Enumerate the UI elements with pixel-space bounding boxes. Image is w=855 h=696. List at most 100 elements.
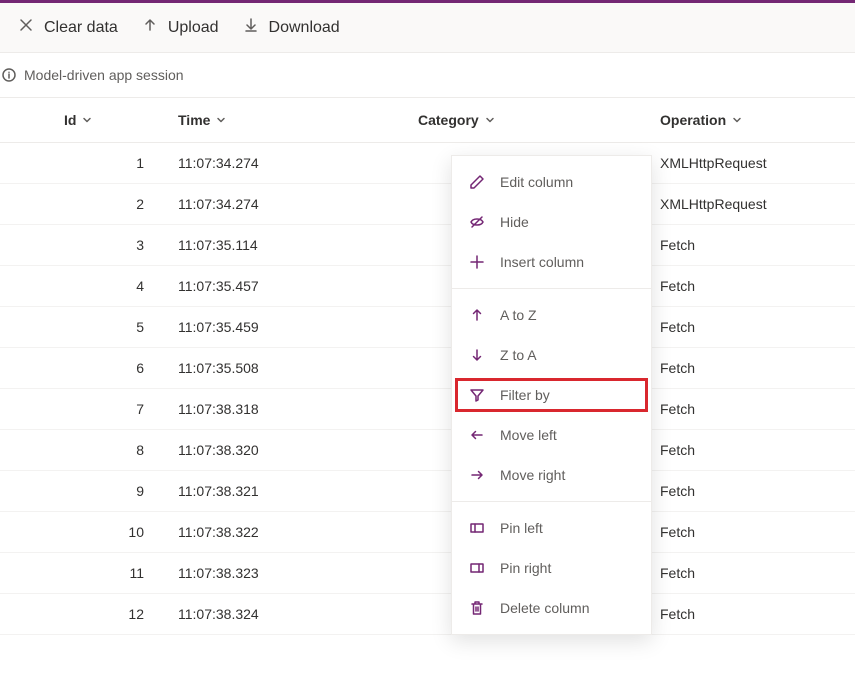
cell-id: 9 <box>50 471 166 511</box>
cell-time: 11:07:38.321 <box>166 471 406 511</box>
table-row[interactable]: 1111:07:38.323 Fetch <box>0 553 855 594</box>
menu-item-label: Pin left <box>500 520 543 536</box>
chevron-down-icon <box>82 115 92 125</box>
cell-id: 8 <box>50 430 166 470</box>
download-button[interactable]: Download <box>243 17 340 38</box>
cell-operation: Fetch <box>648 553 828 593</box>
pin-right-icon <box>468 560 486 576</box>
cell-operation: Fetch <box>648 225 828 265</box>
cell-id: 4 <box>50 266 166 306</box>
pencil-icon <box>468 174 486 190</box>
cell-time: 11:07:35.457 <box>166 266 406 306</box>
row-handle <box>0 471 50 511</box>
table-row[interactable]: 1011:07:38.322 Fetch <box>0 512 855 553</box>
table-row[interactable]: 611:07:35.508 Fetch <box>0 348 855 389</box>
pin-left-icon <box>468 520 486 536</box>
cell-time: 11:07:38.318 <box>166 389 406 429</box>
row-handle <box>0 225 50 265</box>
menu-item-label: Hide <box>500 214 529 230</box>
row-handle <box>0 430 50 470</box>
cell-operation: XMLHttpRequest <box>648 184 828 224</box>
row-handle <box>0 553 50 593</box>
row-handle <box>0 594 50 634</box>
table-row[interactable]: 411:07:35.457Fetch <box>0 266 855 307</box>
cell-operation: Fetch <box>648 471 828 511</box>
menu-item-hide[interactable]: Hide <box>452 202 651 242</box>
plus-icon <box>468 254 486 270</box>
cell-time: 11:07:35.459 <box>166 307 406 347</box>
menu-item-label: Filter by <box>500 387 550 403</box>
cell-operation: Fetch <box>648 594 828 634</box>
column-header-time[interactable]: Time <box>166 98 406 142</box>
cell-id: 6 <box>50 348 166 388</box>
column-header-time-label: Time <box>178 112 210 128</box>
arrow-left-icon <box>468 427 486 443</box>
row-handle <box>0 307 50 347</box>
download-label: Download <box>269 19 340 37</box>
menu-item-edit-column[interactable]: Edit column <box>452 162 651 202</box>
chevron-down-icon <box>732 115 742 125</box>
column-header-id-label: Id <box>64 112 76 128</box>
toolbar: Clear data Upload Download <box>0 3 855 53</box>
cell-time: 11:07:35.114 <box>166 225 406 265</box>
cell-operation: Fetch <box>648 430 828 470</box>
cell-time: 11:07:38.322 <box>166 512 406 552</box>
breadcrumb: Model-driven app session <box>0 53 855 97</box>
menu-item-sort-z-to-a[interactable]: Z to A <box>452 335 651 375</box>
menu-item-delete-column[interactable]: Delete column <box>452 588 651 628</box>
table-row[interactable]: 511:07:35.459Fetch <box>0 307 855 348</box>
table-row[interactable]: 711:07:38.318Fetch <box>0 389 855 430</box>
cell-time: 11:07:35.508 <box>166 348 406 388</box>
column-handle <box>0 98 50 142</box>
row-handle <box>0 389 50 429</box>
cell-time: 11:07:38.320 <box>166 430 406 470</box>
arrow-right-icon <box>468 467 486 483</box>
cell-operation: XMLHttpRequest <box>648 143 828 183</box>
menu-item-pin-left[interactable]: Pin left <box>452 508 651 548</box>
upload-button[interactable]: Upload <box>142 17 219 38</box>
menu-item-label: Pin right <box>500 560 551 576</box>
row-handle <box>0 266 50 306</box>
cell-id: 12 <box>50 594 166 634</box>
cell-operation: Fetch <box>648 512 828 552</box>
cell-time: 11:07:38.323 <box>166 553 406 593</box>
cell-id: 10 <box>50 512 166 552</box>
menu-item-label: Delete column <box>500 600 590 616</box>
clear-data-button[interactable]: Clear data <box>18 17 118 38</box>
cell-id: 5 <box>50 307 166 347</box>
menu-item-sort-a-to-z[interactable]: A to Z <box>452 295 651 335</box>
column-header-operation-label: Operation <box>660 112 726 128</box>
menu-item-label: Move right <box>500 467 565 483</box>
cell-time: 11:07:34.274 <box>166 143 406 183</box>
upload-label: Upload <box>168 19 219 37</box>
column-header-category[interactable]: Category <box>406 98 648 142</box>
menu-item-pin-right[interactable]: Pin right <box>452 548 651 588</box>
table-header-row: Id Time Category Operation <box>0 97 855 143</box>
filter-icon <box>468 387 486 403</box>
download-icon <box>243 17 259 38</box>
table-row[interactable]: 211:07:34.274XMLHttpRequest <box>0 184 855 225</box>
menu-item-insert-column[interactable]: Insert column <box>452 242 651 282</box>
table-body: 111:07:34.274 XMLHttpRequest211:07:34.274… <box>0 143 855 635</box>
cell-id: 1 <box>50 143 166 183</box>
cell-id: 11 <box>50 553 166 593</box>
cell-id: 3 <box>50 225 166 265</box>
menu-item-move-left[interactable]: Move left <box>452 415 651 455</box>
table-row[interactable]: 811:07:38.320 Fetch <box>0 430 855 471</box>
table-row[interactable]: 911:07:38.321 Fetch <box>0 471 855 512</box>
clear-data-label: Clear data <box>44 19 118 37</box>
menu-item-filter-by[interactable]: Filter by <box>452 375 651 415</box>
cell-id: 2 <box>50 184 166 224</box>
row-handle <box>0 512 50 552</box>
cell-operation: Fetch <box>648 348 828 388</box>
info-icon <box>2 68 16 82</box>
column-header-id[interactable]: Id <box>50 98 166 142</box>
row-handle <box>0 143 50 183</box>
menu-item-move-right[interactable]: Move right <box>452 455 651 495</box>
table-row[interactable]: 111:07:34.274 XMLHttpRequest <box>0 143 855 184</box>
table-row[interactable]: 311:07:35.114 Fetch <box>0 225 855 266</box>
column-header-operation[interactable]: Operation <box>648 98 828 142</box>
table-row[interactable]: 1211:07:38.324Fetch <box>0 594 855 635</box>
upload-icon <box>142 17 158 38</box>
column-header-category-label: Category <box>418 112 479 128</box>
